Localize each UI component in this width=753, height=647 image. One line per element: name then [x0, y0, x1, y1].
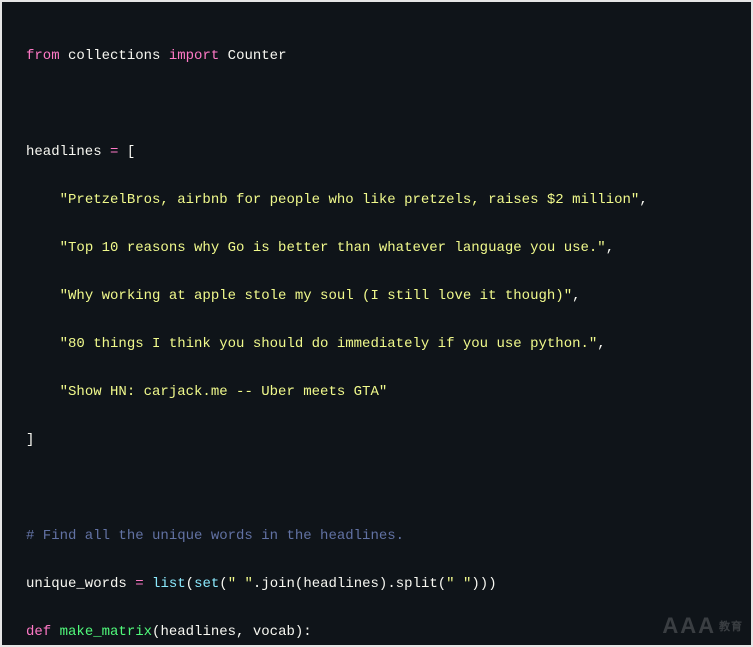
keyword-import: import	[169, 48, 219, 64]
code-line-5: "Top 10 reasons why Go is better than wh…	[26, 236, 727, 260]
watermark-logo: AAA教育	[662, 614, 743, 639]
code-block: from collections import Counter headline…	[0, 0, 753, 647]
function-name: make_matrix	[60, 624, 152, 640]
code-line-blank	[26, 476, 727, 500]
watermark-sub: 教育	[719, 621, 743, 633]
code-line-1: from collections import Counter	[26, 44, 727, 68]
code-line-blank	[26, 92, 727, 116]
code-line-4: "PretzelBros, airbnb for people who like…	[26, 188, 727, 212]
code-line-7: "80 things I think you should do immedia…	[26, 332, 727, 356]
code-line-3: headlines = [	[26, 140, 727, 164]
code-line-13: def make_matrix(headlines, vocab):	[26, 620, 727, 644]
code-line-8: "Show HN: carjack.me -- Uber meets GTA"	[26, 380, 727, 404]
code-line-6: "Why working at apple stole my soul (I s…	[26, 284, 727, 308]
watermark-main: AAA	[662, 613, 716, 638]
class-counter: Counter	[228, 48, 287, 64]
comment: # Find all the unique words in the headl…	[26, 528, 404, 544]
code-line-12: unique_words = list(set(" ".join(headlin…	[26, 572, 727, 596]
code-line-11: # Find all the unique words in the headl…	[26, 524, 727, 548]
module-name: collections	[68, 48, 160, 64]
code-line-9: ]	[26, 428, 727, 452]
keyword-from: from	[26, 48, 60, 64]
